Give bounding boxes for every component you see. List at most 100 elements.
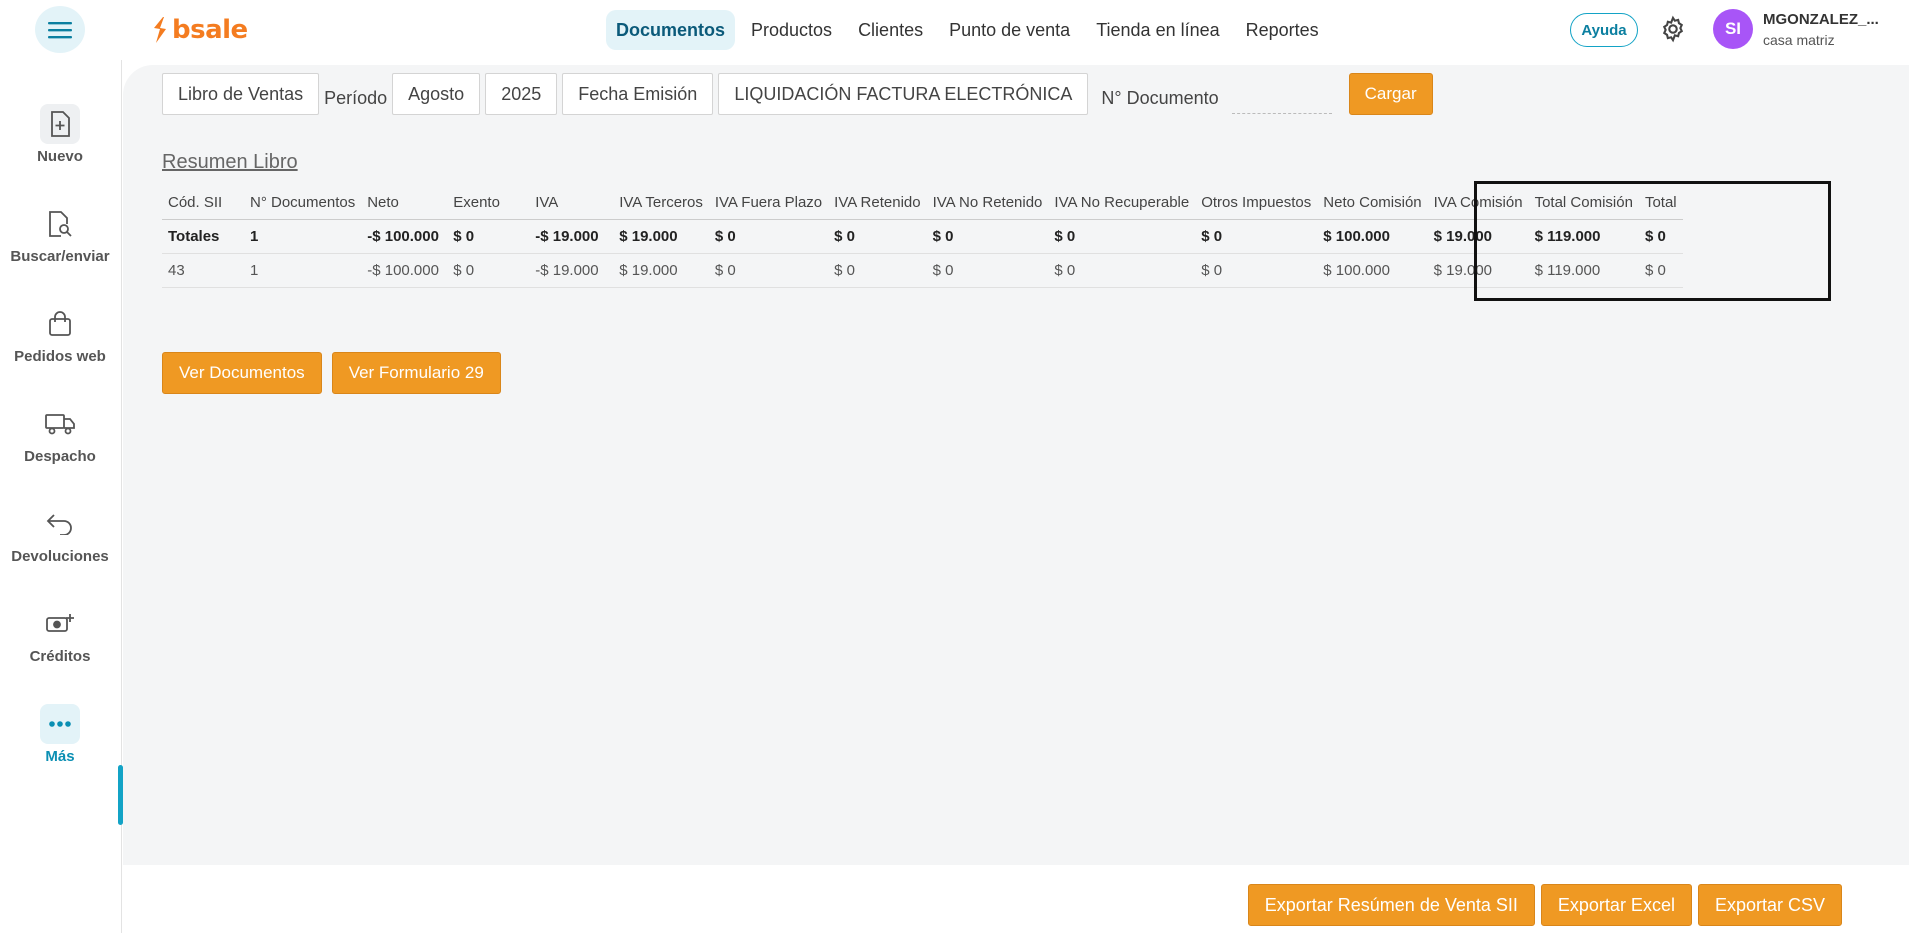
summary-table: Cód. SII N° Documentos Neto Exento IVA IVA Te… (162, 187, 1683, 288)
export-buttons: Exportar Resúmen de Venta SII Exportar E… (1247, 884, 1842, 926)
view-documents-button[interactable]: Ver Documentos (162, 352, 322, 394)
table-row: 43 1 -$ 100.000 $ 0 -$ 19.000 $ 19.000 $ 0 $ 0 $… (162, 253, 1683, 288)
help-button[interactable]: Ayuda (1570, 13, 1638, 47)
main-panel (123, 65, 1909, 865)
table-cell: 43 (162, 253, 244, 288)
table-cell: $ 19.000 (613, 219, 709, 254)
column-header[interactable]: Total (1638, 187, 1683, 220)
sidebar: Nuevo Buscar/enviar Pedidos web Despacho… (0, 60, 123, 933)
nav-item-punto-de-venta[interactable]: Punto de venta (939, 10, 1080, 50)
column-header[interactable]: N° Documentos (244, 187, 362, 220)
table-cell: $ 0 (1195, 219, 1318, 254)
column-header[interactable]: Neto Comisión (1317, 187, 1428, 220)
nav-item-reportes[interactable]: Reportes (1236, 10, 1329, 50)
table-cell: $ 0 (1195, 253, 1318, 288)
sidebar-item-nuevo[interactable]: Nuevo (0, 104, 120, 165)
actions-bar: Ver Documentos Ver Formulario 29 (162, 352, 501, 394)
table-cell: Totales (162, 219, 244, 254)
brand-name: bsale (172, 15, 248, 45)
table-cell: $ 19.000 (613, 253, 709, 288)
sidebar-item-label: Más (45, 748, 75, 765)
column-header[interactable]: Exento (447, 187, 530, 220)
sidebar-item-label: Devoluciones (11, 548, 109, 565)
column-header[interactable]: Neto (361, 187, 448, 220)
date-type-select[interactable]: Fecha Emisión (562, 73, 714, 115)
hamburger-menu-button[interactable] (35, 6, 85, 53)
table-cell: 1 (244, 219, 362, 254)
column-header[interactable]: IVA No Recuperable (1048, 187, 1196, 220)
truck-icon (40, 404, 80, 444)
sidebar-item-pedidos-web[interactable]: Pedidos web (0, 304, 120, 365)
table-cell: $ 0 (708, 219, 829, 254)
nav-item-documentos[interactable]: Documentos (606, 10, 736, 50)
column-header[interactable]: IVA No Retenido (926, 187, 1049, 220)
nav-item-clientes[interactable]: Clientes (848, 10, 933, 50)
gear-icon[interactable] (1659, 15, 1687, 43)
sidebar-item-mas[interactable]: Más (0, 704, 120, 765)
doc-type-select[interactable]: LIQUIDACIÓN FACTURA ELECTRÓNICA (718, 73, 1089, 115)
export-excel-button[interactable]: Exportar Excel (1540, 884, 1692, 926)
return-arrow-icon (40, 504, 80, 544)
sidebar-item-despacho[interactable]: Despacho (0, 404, 120, 465)
table-cell: $ 0 (1048, 253, 1196, 288)
table-cell: $ 0 (1048, 219, 1196, 254)
branch-name: casa matriz (1763, 32, 1835, 48)
doc-number-input[interactable] (1231, 84, 1332, 114)
more-dots-icon (40, 704, 80, 744)
sidebar-item-label: Pedidos web (14, 348, 106, 365)
table-cell: $ 0 (1638, 253, 1683, 288)
file-search-icon (40, 204, 80, 244)
column-header[interactable]: IVA Comisión (1427, 187, 1529, 220)
export-csv-button[interactable]: Exportar CSV (1697, 884, 1842, 926)
load-button[interactable]: Cargar (1348, 73, 1433, 115)
table-cell: $ 0 (926, 253, 1049, 288)
table-cell: -$ 19.000 (529, 253, 614, 288)
sidebar-item-creditos[interactable]: Créditos (0, 604, 120, 665)
totals-row: Totales 1 -$ 100.000 $ 0 -$ 19.000 $ 19.000 $ … (162, 219, 1683, 254)
column-header[interactable]: Cód. SII (162, 187, 244, 220)
sidebar-item-label: Buscar/enviar (10, 248, 110, 265)
sidebar-item-buscar-enviar[interactable]: Buscar/enviar (0, 204, 120, 265)
column-header[interactable]: Total Comisión (1528, 187, 1639, 220)
user-name[interactable]: MGONZALEZ_... (1763, 11, 1879, 28)
period-label: Período (324, 87, 388, 108)
nav-item-tienda-en-l-nea[interactable]: Tienda en línea (1086, 10, 1229, 50)
sidebar-item-label: Créditos (29, 648, 91, 665)
column-header[interactable]: IVA Retenido (828, 187, 927, 220)
view-form-29-button[interactable]: Ver Formulario 29 (331, 352, 501, 394)
book-select[interactable]: Libro de Ventas (162, 73, 320, 115)
table-cell: $ 0 (828, 253, 927, 288)
table-cell: -$ 100.000 (361, 219, 448, 254)
hamburger-icon (48, 21, 72, 38)
column-header[interactable]: Otros Impuestos (1195, 187, 1318, 220)
table-cell: 1 (244, 253, 362, 288)
column-header[interactable]: IVA Terceros (613, 187, 709, 220)
sidebar-item-devoluciones[interactable]: Devoluciones (0, 504, 120, 565)
table-cell: $ 19.000 (1427, 219, 1529, 254)
filters-bar: Libro de Ventas Período Agosto 2025 Fech… (162, 73, 1433, 115)
table-cell: $ 100.000 (1317, 253, 1428, 288)
table-cell: -$ 100.000 (361, 253, 448, 288)
export-sii-button[interactable]: Exportar Resúmen de Venta SII (1247, 884, 1535, 926)
table-header-row: Cód. SII N° Documentos Neto Exento IVA IVA Te… (162, 187, 1683, 220)
column-header[interactable]: IVA (529, 187, 614, 220)
nav-item-productos[interactable]: Productos (741, 10, 842, 50)
sidebar-item-label: Nuevo (37, 148, 83, 165)
top-bar: bsale Documentos Productos Clientes Punto d… (0, 0, 1909, 60)
file-plus-icon (40, 104, 80, 144)
cash-plus-icon (40, 604, 80, 644)
month-select[interactable]: Agosto (392, 73, 481, 115)
sidebar-item-label: Despacho (24, 448, 96, 465)
table-cell: $ 100.000 (1317, 219, 1428, 254)
summary-title[interactable]: Resumen Libro (162, 151, 298, 174)
table-cell: $ 0 (828, 219, 927, 254)
table-cell: $ 119.000 (1528, 253, 1639, 288)
main-nav: Documentos Productos Clientes Punto de vent… (606, 10, 1335, 50)
year-select[interactable]: 2025 (485, 73, 558, 115)
column-header[interactable]: IVA Fuera Plazo (708, 187, 829, 220)
table-cell: -$ 19.000 (529, 219, 614, 254)
brand-logo[interactable]: bsale (151, 13, 248, 47)
table-cell: $ 0 (1638, 219, 1683, 254)
table-cell: $ 0 (447, 253, 530, 288)
avatar[interactable]: SI (1713, 9, 1753, 49)
